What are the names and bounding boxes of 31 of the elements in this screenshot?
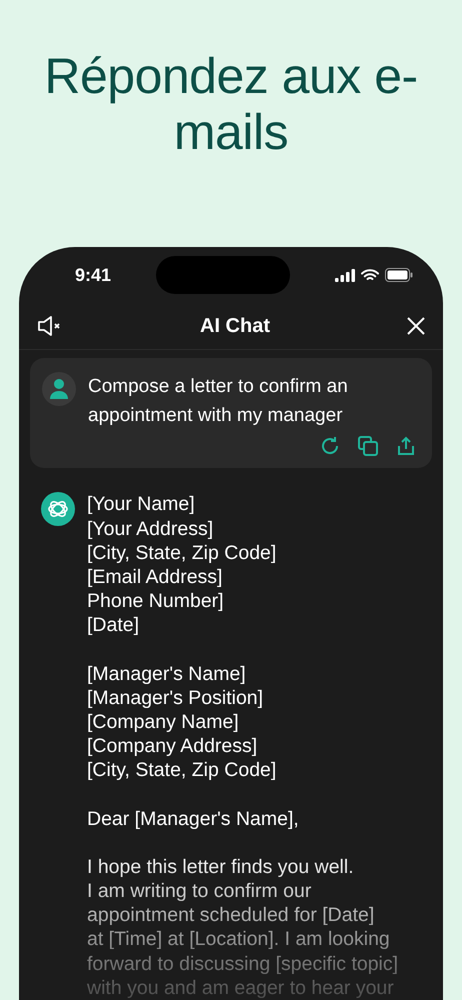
letter-line: I hope this letter finds you well.	[87, 854, 355, 879]
letter-line: appointment scheduled for [Date]	[87, 903, 376, 928]
letter-line: [Manager's Name]	[87, 662, 247, 686]
close-icon[interactable]	[407, 317, 425, 336]
refresh-icon[interactable]	[320, 436, 340, 456]
headline: Répondez aux e-mails	[43, 48, 419, 160]
letter-line: [City, State, Zip Code]	[87, 540, 278, 565]
signal-icon	[335, 268, 355, 282]
letter-line: [Your Name]	[87, 492, 196, 517]
letter-line: [Date]	[87, 613, 140, 638]
share-icon[interactable]	[396, 436, 416, 456]
letter-line: [Your Address]	[87, 516, 214, 541]
letter-line: at [Time] at [Location]. I am looking	[87, 927, 391, 952]
letter-line: [Company Name]	[87, 710, 240, 734]
letter-line: [Manager's Position]	[87, 686, 264, 710]
user-message: Compose a letter to confirm an appointment with my manager	[88, 375, 349, 428]
letter-line: [Email Address]	[87, 564, 224, 590]
wifi-icon	[361, 268, 379, 282]
letter-line: forward to discussing [specific topic]	[87, 952, 398, 976]
letter-line: Dear [Manager's Name],	[87, 806, 300, 831]
letter-line: Phone Number]	[87, 589, 225, 614]
battery-icon	[385, 268, 413, 282]
assistant-logo-icon	[41, 492, 75, 526]
header-title: AI Chat	[200, 314, 270, 338]
letter-line: [Company Address]	[87, 734, 258, 758]
letter-line: I am writing to confirm our	[87, 878, 312, 904]
copy-icon[interactable]	[358, 436, 378, 456]
letter-line: [City, State, Zip Code]	[87, 758, 278, 783]
letter-line: with you and am eager to hear your	[87, 976, 395, 1000]
status-time: 9:41	[75, 264, 112, 286]
user-avatar	[42, 372, 76, 406]
